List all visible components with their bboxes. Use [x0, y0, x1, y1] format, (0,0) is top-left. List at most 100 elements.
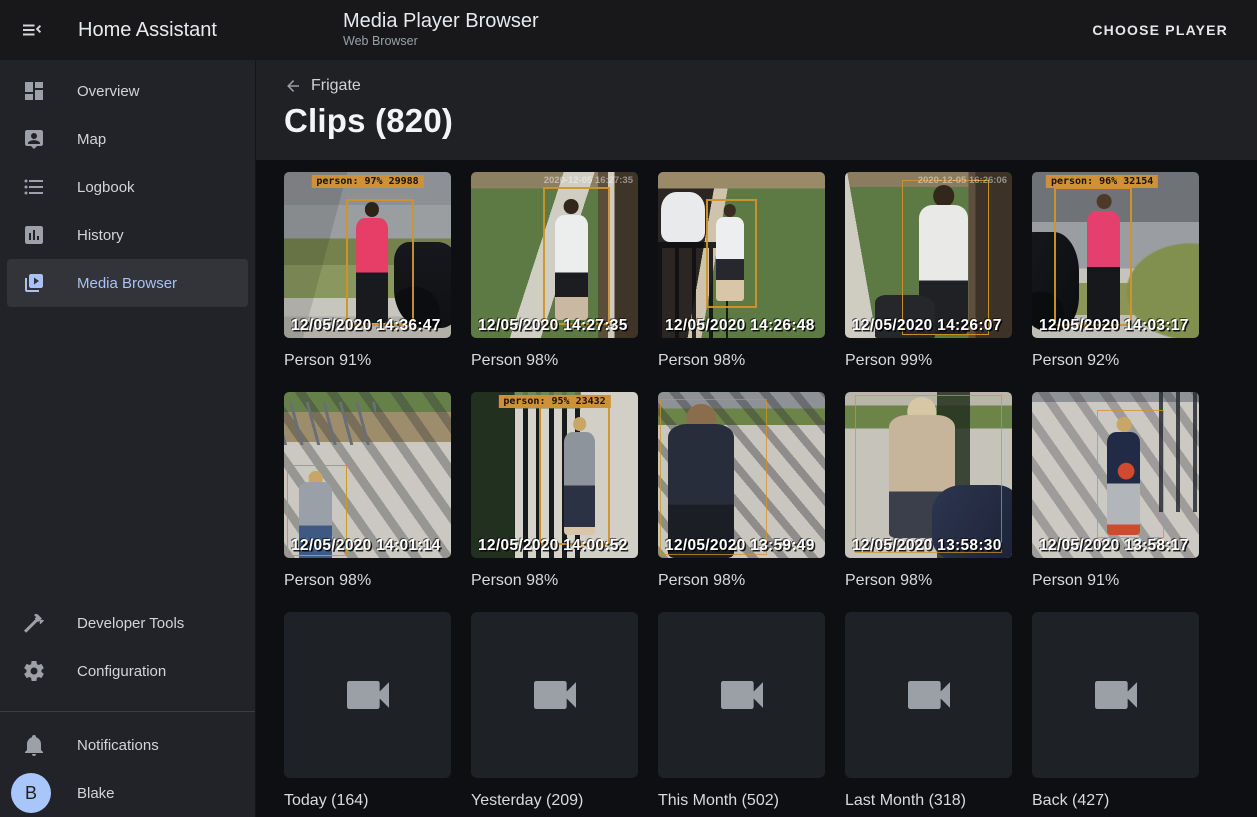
- clip-caption: Person 98%: [471, 350, 638, 371]
- main-content: Frigate Clips (820) person: 97% 29988 12…: [256, 60, 1257, 817]
- clip-thumbnail: person: 96% 32154 12/05/2020 14:03:17: [1032, 172, 1199, 338]
- folder-item-back[interactable]: Back (427): [1032, 612, 1199, 811]
- clip-item[interactable]: 12/05/2020 14:01:14 Person 98%: [284, 392, 451, 591]
- media-grid: person: 97% 29988 12/05/2020 14:36:47 Pe…: [284, 172, 1257, 811]
- clip-timestamp: 12/05/2020 13:58:30: [852, 537, 1002, 555]
- sidebar-item-configuration[interactable]: Configuration: [7, 647, 248, 695]
- detection-bbox: [660, 399, 767, 555]
- clip-item[interactable]: 12/05/2020 13:59:49 Person 98%: [658, 392, 825, 591]
- folder-item-last-month[interactable]: Last Month (318): [845, 612, 1012, 811]
- clip-caption: Person 98%: [284, 570, 451, 591]
- sidebar-item-overview[interactable]: Overview: [7, 67, 248, 115]
- sidebar-item-label: Media Browser: [77, 275, 177, 292]
- sidebar-item-map[interactable]: Map: [7, 115, 248, 163]
- clip-item[interactable]: 12/05/2020 13:58:30 Person 98%: [845, 392, 1012, 591]
- clip-thumbnail: 12/05/2020 14:26:48: [658, 172, 825, 338]
- clip-timestamp: 12/05/2020 13:59:49: [665, 537, 815, 555]
- clip-caption: Person 92%: [1032, 350, 1199, 371]
- detection-bbox: [855, 395, 1002, 553]
- folder-thumbnail: [658, 612, 825, 778]
- folder-thumbnail: [845, 612, 1012, 778]
- detection-bbox: [543, 187, 610, 325]
- folder-caption: Today (164): [284, 790, 451, 811]
- detection-tag: person: 97% 29988: [311, 175, 423, 188]
- folder-caption: Yesterday (209): [471, 790, 638, 811]
- sidebar-divider: [0, 711, 255, 712]
- app-bar: Home Assistant Media Player Browser Web …: [0, 0, 1257, 60]
- sidebar-item-media-browser[interactable]: Media Browser: [7, 259, 248, 307]
- sidebar-toggle-icon[interactable]: [20, 18, 44, 42]
- sidebar-item-logbook[interactable]: Logbook: [7, 163, 248, 211]
- clip-timestamp: 12/05/2020 14:26:48: [665, 317, 815, 335]
- bell-icon: [22, 733, 46, 757]
- sidebar-item-label: Logbook: [77, 179, 135, 196]
- clip-thumbnail: person: 97% 29988 12/05/2020 14:36:47: [284, 172, 451, 338]
- avatar: B: [11, 773, 51, 813]
- detection-bbox: [539, 404, 609, 545]
- play-box-multiple-icon: [22, 271, 46, 295]
- account-location-icon: [22, 127, 46, 151]
- video-camera-icon: [527, 667, 583, 723]
- folder-item-today[interactable]: Today (164): [284, 612, 451, 811]
- hammer-icon: [22, 611, 46, 635]
- sidebar-item-history[interactable]: History: [7, 211, 248, 259]
- clip-item[interactable]: person: 97% 29988 12/05/2020 14:36:47 Pe…: [284, 172, 451, 371]
- sidebar-item-label: Developer Tools: [77, 615, 184, 632]
- clip-thumbnail: 2020-12-05 16:26:06 12/05/2020 14:26:07: [845, 172, 1012, 338]
- clip-item[interactable]: 12/05/2020 13:58:17 Person 91%: [1032, 392, 1199, 591]
- clip-caption: Person 91%: [1032, 570, 1199, 591]
- folder-item-this-month[interactable]: This Month (502): [658, 612, 825, 811]
- sidebar-item-notifications[interactable]: Notifications: [7, 721, 248, 769]
- clip-item[interactable]: 12/05/2020 14:26:48 Person 98%: [658, 172, 825, 371]
- clip-timestamp: 12/05/2020 14:27:35: [478, 317, 628, 335]
- detection-tag: person: 96% 32154: [1046, 175, 1158, 188]
- list-bulleted-icon: [22, 175, 46, 199]
- video-camera-icon: [714, 667, 770, 723]
- clip-caption: Person 98%: [845, 570, 1012, 591]
- clip-caption: Person 98%: [658, 350, 825, 371]
- clip-item[interactable]: person: 96% 32154 12/05/2020 14:03:17 Pe…: [1032, 172, 1199, 371]
- video-camera-icon: [901, 667, 957, 723]
- clip-timestamp: 12/05/2020 14:36:47: [291, 317, 441, 335]
- clip-caption: Person 99%: [845, 350, 1012, 371]
- clip-thumbnail: 12/05/2020 13:58:30: [845, 392, 1012, 558]
- sidebar-spacer: [0, 307, 255, 599]
- detection-bbox: [902, 180, 989, 334]
- camera-osd-timestamp: 2020-12-05 16:26:06: [918, 175, 1007, 186]
- breadcrumb-label: Frigate: [311, 77, 361, 95]
- arrow-left-icon: [284, 77, 302, 95]
- breadcrumb-back-frigate[interactable]: Frigate: [284, 77, 361, 95]
- page-title: Media Player Browser: [343, 9, 539, 33]
- sidebar-item-user[interactable]: B Blake: [7, 769, 248, 817]
- clip-timestamp: 12/05/2020 13:58:17: [1039, 537, 1189, 555]
- content-body: person: 97% 29988 12/05/2020 14:36:47 Pe…: [256, 160, 1257, 817]
- clip-caption: Person 98%: [471, 570, 638, 591]
- folder-caption: Last Month (318): [845, 790, 1012, 811]
- clip-item[interactable]: person: 95% 23432 12/05/2020 14:00:52 Pe…: [471, 392, 638, 591]
- clip-timestamp: 12/05/2020 14:00:52: [478, 537, 628, 555]
- clip-item[interactable]: 2020-12-05 16:27:35 12/05/2020 14:27:35 …: [471, 172, 638, 371]
- detection-bbox: [1097, 410, 1164, 538]
- clip-item[interactable]: 2020-12-05 16:26:06 12/05/2020 14:26:07 …: [845, 172, 1012, 371]
- sidebar-item-developer-tools[interactable]: Developer Tools: [7, 599, 248, 647]
- sidebar: Overview Map Logbook History Media Brows…: [0, 60, 256, 817]
- page-subtitle: Web Browser: [343, 34, 539, 48]
- folder-thumbnail: [471, 612, 638, 778]
- app-title: Home Assistant: [78, 19, 217, 42]
- choose-player-button[interactable]: CHOOSE PLAYER: [1084, 14, 1236, 46]
- clip-timestamp: 12/05/2020 14:26:07: [852, 317, 1002, 335]
- chart-box-icon: [22, 223, 46, 247]
- sidebar-item-label: Map: [77, 131, 106, 148]
- page-heading: Media Player Browser Web Browser: [343, 9, 539, 48]
- clip-thumbnail: 12/05/2020 13:58:17: [1032, 392, 1199, 558]
- clip-thumbnail: 2020-12-05 16:27:35 12/05/2020 14:27:35: [471, 172, 638, 338]
- detection-tag: person: 95% 23432: [498, 395, 610, 408]
- folder-item-yesterday[interactable]: Yesterday (209): [471, 612, 638, 811]
- clip-thumbnail: 12/05/2020 13:59:49: [658, 392, 825, 558]
- sidebar-item-label: Configuration: [77, 663, 166, 680]
- detection-bbox: [346, 199, 414, 327]
- dashboard-icon: [22, 79, 46, 103]
- page-title: Clips (820): [284, 102, 1257, 140]
- detection-bbox: [706, 199, 756, 309]
- clip-timestamp: 12/05/2020 14:03:17: [1039, 317, 1189, 335]
